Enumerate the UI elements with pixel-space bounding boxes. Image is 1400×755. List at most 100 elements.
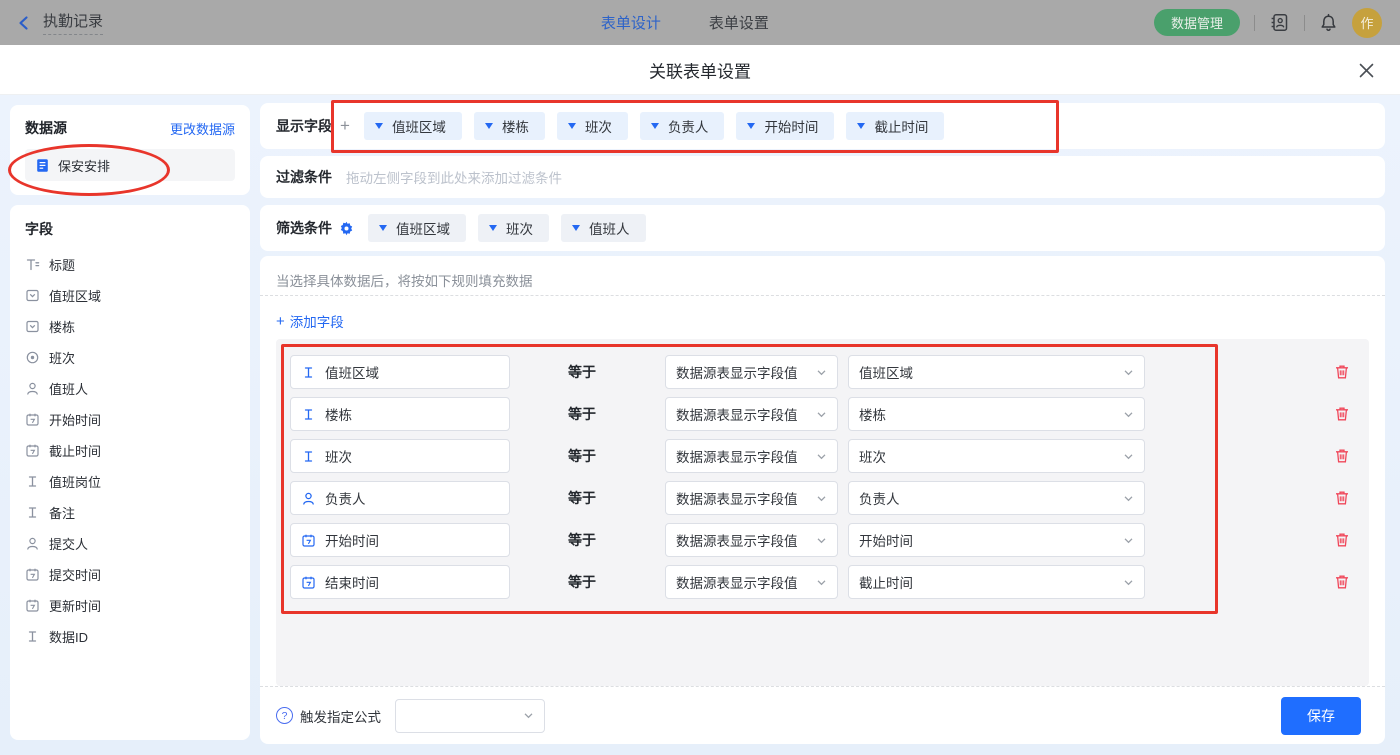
delete-rule-button[interactable] [1333,447,1351,465]
rule-field-label: 值班区域 [325,362,379,382]
field-item[interactable]: 标题 [25,249,235,280]
datasource-item[interactable]: 保安安排 [25,149,235,181]
rule-target-field[interactable]: 负责人 [290,481,510,515]
close-icon[interactable] [1356,60,1376,80]
chevron-down-icon [1123,451,1134,462]
field-item-label: 提交时间 [49,565,101,584]
rule-operator: 等于 [568,362,608,382]
field-item[interactable]: 提交人 [25,528,235,559]
filter-condition-label: 过滤条件 [276,167,332,187]
sieve-field-tag[interactable]: 值班区域 [368,214,466,242]
field-item[interactable]: 备注 [25,497,235,528]
display-field-tag[interactable]: 楼栋 [474,112,545,140]
rule-value-select[interactable]: 截止时间 [848,565,1145,599]
select-value: 负责人 [859,488,900,508]
change-datasource-link[interactable]: 更改数据源 [170,119,235,138]
field-item[interactable]: 数据ID [25,621,235,652]
field-item-label: 提交人 [49,534,88,553]
text-icon [25,629,40,644]
top-navbar: 执勤记录 表单设计 表单设置 数据管理 [0,0,1400,45]
datasource-panel: 数据源 更改数据源 保安安排 [10,105,250,195]
field-item[interactable]: 值班人 [25,373,235,404]
caret-down-icon [379,225,387,231]
rule-target-field[interactable]: 结束时间 [290,565,510,599]
rule-target-field[interactable]: 开始时间 [290,523,510,557]
sieve-field-tag[interactable]: 值班人 [561,214,646,242]
delete-rule-button[interactable] [1333,489,1351,507]
tag-label: 值班区域 [396,218,450,238]
display-field-tag[interactable]: 值班区域 [364,112,462,140]
field-item[interactable]: 开始时间 [25,404,235,435]
back-button[interactable] [16,15,32,31]
rule-operator: 等于 [568,446,608,466]
chevron-down-icon [816,367,827,378]
select-value: 楼栋 [859,404,886,424]
formula-select[interactable] [395,699,545,733]
display-field-tag[interactable]: 班次 [557,112,628,140]
rule-value-select[interactable]: 楼栋 [848,397,1145,431]
gear-icon[interactable] [339,221,354,236]
rule-source-select[interactable]: 数据源表显示字段值 [665,481,838,515]
filter-dropzone[interactable]: 拖动左侧字段到此处来添加过滤条件 [346,167,562,187]
field-item-label: 更新时间 [49,596,101,615]
select-value: 开始时间 [859,530,913,550]
display-fields-row: 显示字段 + 值班区域 楼栋 班次 负责人 开始时间 截止时间 [260,103,1385,149]
field-item[interactable]: 值班岗位 [25,466,235,497]
rule-value-select[interactable]: 班次 [848,439,1145,473]
field-list: 标题 值班区域 楼栋 班次 值班人 [25,249,235,652]
help-icon[interactable]: ? [276,707,293,724]
trash-icon [1333,531,1351,549]
rule-operator: 等于 [568,572,608,592]
display-field-tag[interactable]: 开始时间 [736,112,834,140]
add-display-field-button[interactable]: + [340,116,350,136]
field-item[interactable]: 楼栋 [25,311,235,342]
field-item-label: 楼栋 [49,317,75,336]
delete-rule-button[interactable] [1333,363,1351,381]
trash-icon [1333,363,1351,381]
field-item-label: 值班人 [49,379,88,398]
text-icon [301,407,316,422]
calendar-icon [25,412,40,427]
add-field-button[interactable]: + 添加字段 [276,311,344,331]
chevron-down-icon [816,535,827,546]
rule-source-select[interactable]: 数据源表显示字段值 [665,397,838,431]
person-icon [301,491,316,506]
tab-form-design[interactable]: 表单设计 [601,12,661,33]
field-item[interactable]: 更新时间 [25,590,235,621]
field-item[interactable]: 截止时间 [25,435,235,466]
tab-form-settings[interactable]: 表单设置 [709,12,769,33]
display-field-tag[interactable]: 截止时间 [846,112,944,140]
rule-source-select[interactable]: 数据源表显示字段值 [665,523,838,557]
user-avatar[interactable]: 作 [1352,8,1382,38]
rule-source-select[interactable]: 数据源表显示字段值 [665,439,838,473]
field-item-label: 班次 [49,348,75,367]
sieve-field-tag[interactable]: 班次 [478,214,549,242]
chevron-down-icon [1123,409,1134,420]
display-field-tag[interactable]: 负责人 [640,112,725,140]
tag-label: 班次 [506,218,533,238]
rule-source-select[interactable]: 数据源表显示字段值 [665,565,838,599]
screen: 执勤记录 表单设计 表单设置 数据管理 [0,0,1400,755]
rule-value-select[interactable]: 负责人 [848,481,1145,515]
delete-rule-button[interactable] [1333,405,1351,423]
delete-rule-button[interactable] [1333,573,1351,591]
rule-target-field[interactable]: 值班区域 [290,355,510,389]
field-item[interactable]: 值班区域 [25,280,235,311]
save-button[interactable]: 保存 [1281,697,1361,735]
bell-icon[interactable] [1319,13,1338,32]
rule-source-select[interactable]: 数据源表显示字段值 [665,355,838,389]
rule-value-select[interactable]: 开始时间 [848,523,1145,557]
chevron-down-icon [523,710,534,721]
rule-row: 楼栋 等于 数据源表显示字段值 楼栋 [290,397,1355,431]
rule-target-field[interactable]: 班次 [290,439,510,473]
field-item[interactable]: 提交时间 [25,559,235,590]
data-manage-button[interactable]: 数据管理 [1154,9,1240,36]
radio-icon [25,350,40,365]
rule-value-select[interactable]: 值班区域 [848,355,1145,389]
field-item[interactable]: 班次 [25,342,235,373]
delete-rule-button[interactable] [1333,531,1351,549]
rule-target-field[interactable]: 楼栋 [290,397,510,431]
rule-field-label: 开始时间 [325,530,379,550]
contacts-icon[interactable] [1269,12,1290,33]
form-name[interactable]: 执勤记录 [43,10,103,35]
